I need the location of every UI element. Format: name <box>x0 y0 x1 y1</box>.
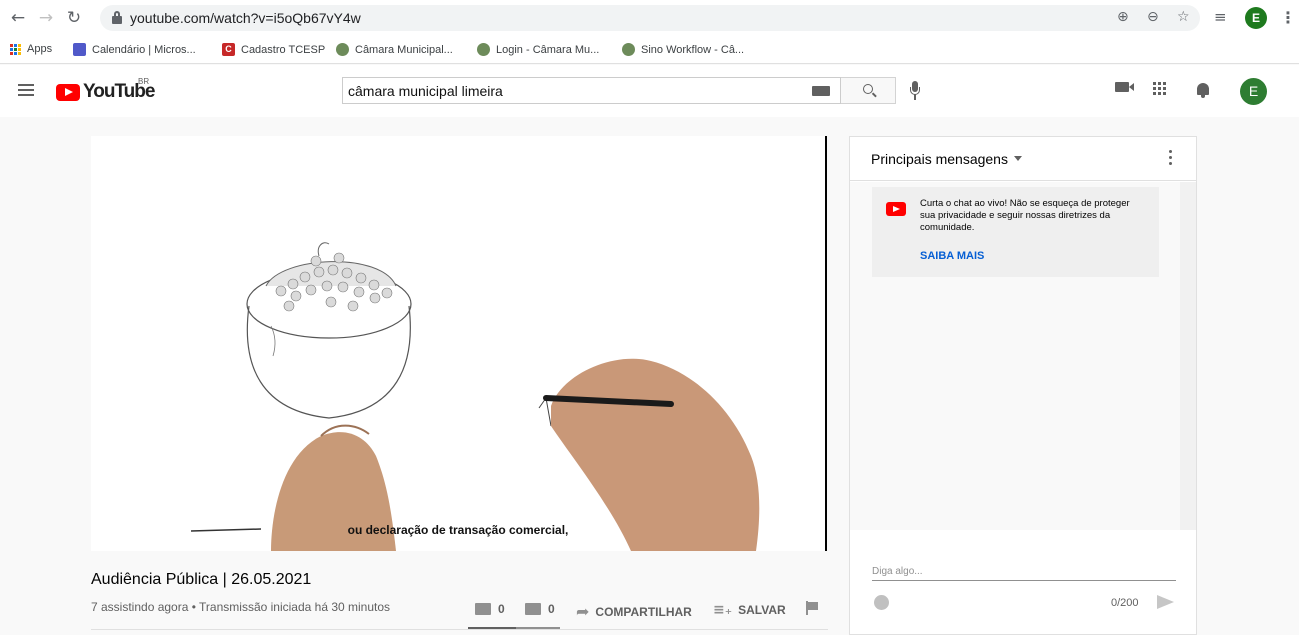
bookmark-calendario[interactable]: Calendário | Micros... <box>73 43 196 56</box>
bookmark-star-icon[interactable]: ☆ <box>1177 9 1190 25</box>
dislike-count: 0 <box>548 602 555 616</box>
keyboard-icon[interactable] <box>812 86 830 96</box>
camara-seal-icon <box>336 43 349 56</box>
microphone-icon[interactable] <box>910 81 920 101</box>
playlist-add-icon: ≡₊ <box>713 602 733 618</box>
camara-seal-icon <box>622 43 635 56</box>
lock-icon <box>112 11 122 24</box>
youtube-play-icon <box>56 83 80 101</box>
avatar[interactable]: E <box>1240 78 1267 105</box>
video-title: Audiência Pública | 26.05.2021 <box>91 571 312 588</box>
video-caption: ou declaração de transação comercial, <box>347 523 569 537</box>
live-chat: Principais mensagens Curta o chat ao viv… <box>849 136 1197 635</box>
install-app-icon[interactable]: ⊕ <box>1117 9 1129 25</box>
forward-arrow-icon[interactable]: → <box>36 8 56 28</box>
chat-messages: Curta o chat ao vivo! Não se esqueça de … <box>850 182 1196 530</box>
browser-menu-icon[interactable]: ⋮ <box>1280 8 1296 27</box>
learn-more-link[interactable]: SAIBA MAIS <box>920 250 984 262</box>
bookmark-camara-municipal[interactable]: Câmara Municipal... <box>336 43 453 56</box>
reading-list-icon[interactable]: ≡ <box>1214 8 1227 26</box>
divider <box>91 629 828 630</box>
search-input[interactable] <box>343 78 803 103</box>
bookmark-sino-workflow[interactable]: Sino Workflow - Câ... <box>622 43 744 56</box>
create-video-icon[interactable] <box>1115 82 1134 92</box>
chevron-down-icon[interactable] <box>1014 156 1022 161</box>
bookmarks-bar: Apps Calendário | Micros... C Cadastro T… <box>0 36 1299 64</box>
save-button[interactable]: ≡₊ SALVAR <box>713 602 786 618</box>
more-options-icon[interactable] <box>1169 150 1173 166</box>
bookmark-cadastro-tcesp[interactable]: C Cadastro TCESP <box>222 43 325 56</box>
zoom-icon[interactable]: ⊖ <box>1147 9 1159 25</box>
youtube-header: YouTube BR E <box>0 65 1299 117</box>
apps-icon[interactable] <box>1153 82 1166 95</box>
address-bar[interactable]: youtube.com/watch?v=i5oQb67vY4w ⊕ ⊖ ☆ <box>100 5 1200 31</box>
camara-seal-icon <box>477 43 490 56</box>
chat-message-input[interactable] <box>872 563 1172 579</box>
bookmark-login-camara[interactable]: Login - Câmara Mu... <box>477 43 599 56</box>
search-button[interactable] <box>841 77 896 104</box>
chat-welcome-notice: Curta o chat ao vivo! Não se esqueça de … <box>872 187 1159 277</box>
youtube-play-icon <box>886 202 906 216</box>
notifications-bell-icon[interactable] <box>1196 82 1210 98</box>
video-frame-illustration <box>190 242 760 551</box>
hamburger-menu-icon[interactable] <box>18 84 34 96</box>
search-box <box>342 77 841 104</box>
notice-text: Curta o chat ao vivo! Não se esqueça de … <box>920 198 1130 233</box>
like-button[interactable]: 0 <box>475 602 505 616</box>
share-arrow-icon: ➦ <box>576 602 590 621</box>
tcesp-icon: C <box>222 43 235 56</box>
report-flag-icon[interactable] <box>806 601 818 615</box>
bookmark-apps[interactable]: Apps <box>10 43 52 55</box>
chat-input-underline <box>872 580 1176 581</box>
browser-toolbar: ← → ↻ youtube.com/watch?v=i5oQb67vY4w ⊕ … <box>0 0 1299 36</box>
emoji-icon[interactable] <box>874 595 889 610</box>
thumbs-down-icon <box>525 603 541 615</box>
video-player[interactable]: ou declaração de transação comercial, <box>91 136 827 551</box>
url-text[interactable]: youtube.com/watch?v=i5oQb67vY4w <box>130 10 361 26</box>
search-icon <box>863 84 873 94</box>
apps-grid-icon <box>10 43 21 55</box>
chat-scrollbar[interactable] <box>1180 182 1196 530</box>
send-icon[interactable] <box>1157 595 1174 609</box>
reload-icon[interactable]: ↻ <box>64 8 84 28</box>
back-arrow-icon[interactable]: ← <box>8 8 28 28</box>
chat-header: Principais mensagens <box>850 137 1196 181</box>
thumbs-up-icon <box>475 603 491 615</box>
share-button[interactable]: ➦ COMPARTILHAR <box>576 602 692 621</box>
like-count: 0 <box>498 602 505 616</box>
chat-mode-selector[interactable]: Principais mensagens <box>871 151 1008 167</box>
dislike-button[interactable]: 0 <box>525 602 555 616</box>
teams-icon <box>73 43 86 56</box>
character-counter: 0/200 <box>1111 597 1139 609</box>
video-meta: 7 assistindo agora • Transmissão iniciad… <box>91 600 391 614</box>
country-code: BR <box>138 77 150 86</box>
browser-profile-avatar[interactable]: E <box>1245 7 1267 29</box>
